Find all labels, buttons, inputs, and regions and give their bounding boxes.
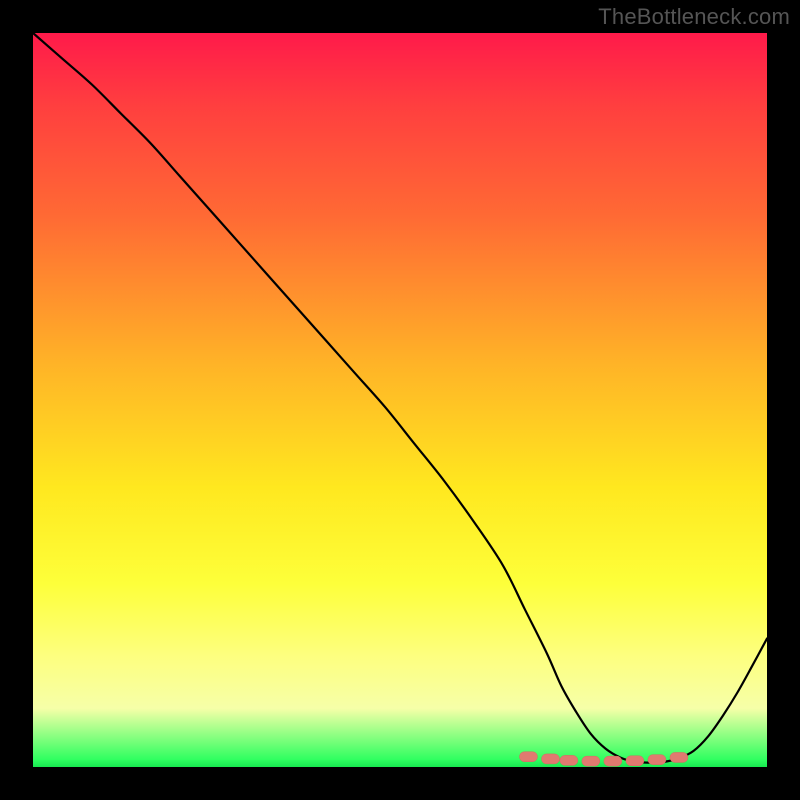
chart-svg — [33, 33, 767, 767]
curve-marker — [582, 756, 600, 766]
bottleneck-curve — [33, 33, 767, 763]
watermark-text: TheBottleneck.com — [598, 4, 790, 30]
chart-frame: TheBottleneck.com — [0, 0, 800, 800]
curve-marker — [560, 755, 578, 765]
plot-area — [33, 33, 767, 767]
curve-marker — [648, 755, 666, 765]
curve-marker — [604, 756, 622, 766]
curve-marker — [670, 752, 688, 762]
curve-marker — [519, 752, 537, 762]
curve-marker — [541, 754, 559, 764]
curve-marker — [626, 756, 644, 766]
markers-group — [519, 752, 687, 766]
